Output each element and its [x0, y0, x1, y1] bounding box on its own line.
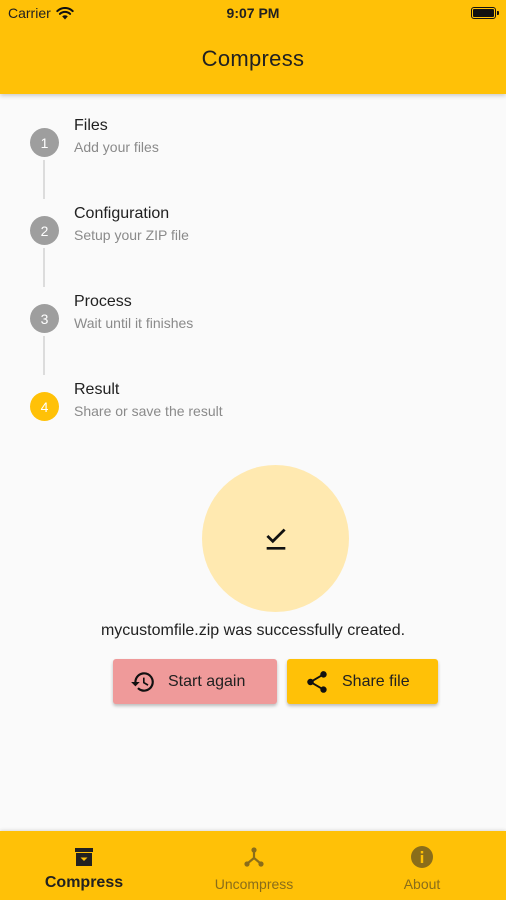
- step-connector: [43, 160, 45, 199]
- step-process[interactable]: 3 Process Wait until it finishes: [0, 293, 506, 364]
- share-file-label: Share file: [342, 672, 410, 690]
- app-header: Carrier 9:07 PM Compress: [0, 0, 506, 94]
- bottom-navigation: Compress Uncompress About: [0, 831, 506, 900]
- step-title: Files: [74, 117, 108, 134]
- nav-compress[interactable]: Compress: [20, 831, 148, 900]
- step-title: Configuration: [74, 205, 170, 222]
- nav-uncompress[interactable]: Uncompress: [190, 831, 318, 900]
- info-icon: [411, 846, 433, 868]
- share-icon: [307, 670, 327, 693]
- step-number-badge: 1: [30, 128, 59, 157]
- status-time: 9:07 PM: [226, 5, 280, 21]
- download-done-icon: [265, 528, 286, 550]
- page-title: Compress: [201, 46, 305, 71]
- step-number-badge: 2: [30, 216, 59, 245]
- start-again-button[interactable]: Start again: [113, 659, 277, 704]
- step-subtitle: Add your files: [74, 139, 159, 155]
- step-number-badge: 4: [30, 392, 59, 421]
- nav-label: Compress: [44, 874, 124, 891]
- archive-icon: [75, 848, 93, 866]
- result-message: mycustomfile.zip was successfully create…: [100, 622, 406, 639]
- step-subtitle: Share or save the result: [74, 403, 223, 419]
- unarchive-icon: [244, 847, 264, 867]
- step-subtitle: Wait until it finishes: [74, 315, 194, 331]
- success-indicator: [202, 465, 349, 612]
- start-again-label: Start again: [168, 672, 246, 690]
- step-result[interactable]: 4 Result Share or save the result: [0, 381, 506, 452]
- step-connector: [43, 336, 45, 375]
- step-connector: [43, 248, 45, 287]
- nav-label: Uncompress: [214, 876, 294, 892]
- step-title: Result: [74, 381, 120, 398]
- status-bar: Carrier 9:07 PM: [0, 0, 506, 28]
- history-icon: [131, 671, 154, 692]
- battery-icon: [471, 7, 499, 19]
- step-files[interactable]: 1 Files Add your files: [0, 117, 506, 188]
- nav-label: About: [403, 876, 441, 892]
- share-file-button[interactable]: Share file: [287, 659, 438, 704]
- step-configuration[interactable]: 2 Configuration Setup your ZIP file: [0, 205, 506, 276]
- step-title: Process: [74, 293, 132, 310]
- step-number-badge: 3: [30, 304, 59, 333]
- nav-about[interactable]: About: [358, 831, 486, 900]
- step-subtitle: Setup your ZIP file: [74, 227, 189, 243]
